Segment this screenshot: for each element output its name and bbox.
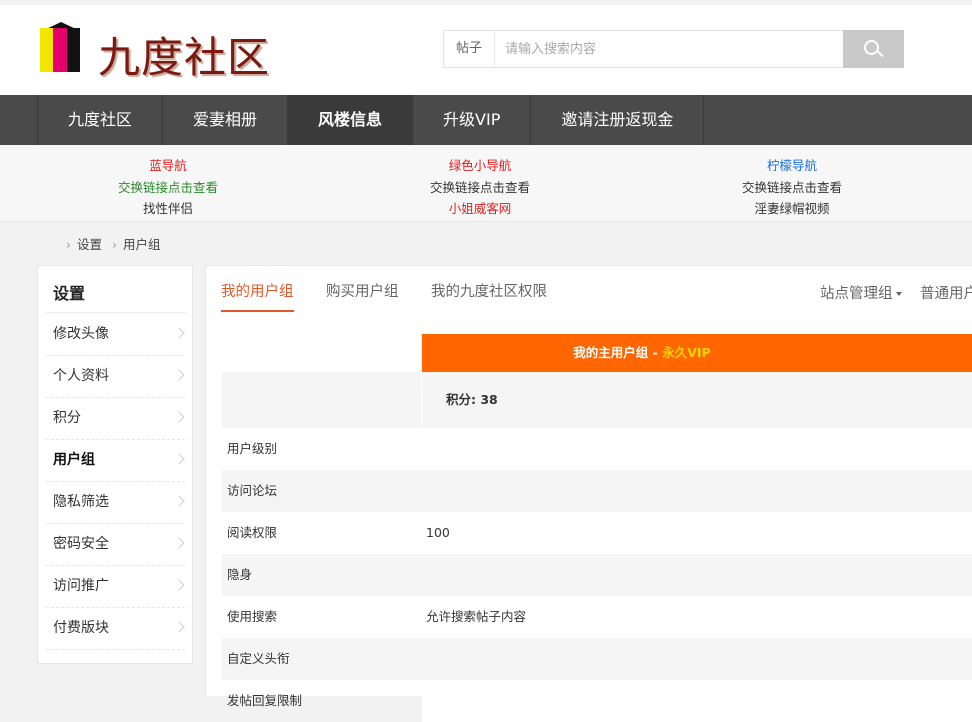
- chevron-right-icon: [173, 411, 185, 423]
- chevron-right-icon: [173, 579, 185, 591]
- partner-link[interactable]: 绿色小导航: [380, 155, 580, 177]
- table-row: 自定义头衔: [222, 638, 972, 680]
- search-input[interactable]: [495, 31, 865, 67]
- vip-label: 永久VIP: [662, 345, 711, 360]
- row-value: [422, 470, 972, 512]
- permissions-table: 积分: 38 用户级别 访问论坛 阅读权限 100 隐身 使用搜索 允许搜索帖子…: [222, 372, 972, 722]
- partner-link[interactable]: 交换链接点击查看: [380, 177, 580, 199]
- sidebar-item-paid-forum[interactable]: 付费版块: [46, 607, 185, 650]
- row-label: 发帖回复限制: [227, 693, 303, 708]
- tab-permissions[interactable]: 我的九度社区权限: [431, 266, 547, 312]
- logo-text: 九度社区: [98, 33, 271, 82]
- table-row: 用户级别: [222, 428, 972, 470]
- logo-icon: [40, 22, 82, 74]
- nav-item-info[interactable]: 风楼信息: [288, 95, 414, 145]
- sidebar-item-credits[interactable]: 积分: [46, 397, 185, 440]
- row-label: 访问论坛: [227, 483, 278, 498]
- link-column: 蓝导航 交换链接点击查看 找性伴侣: [68, 155, 268, 220]
- row-value: 允许搜索帖子内容: [422, 596, 972, 638]
- breadcrumb-item-usergroup: 用户组: [123, 237, 161, 252]
- row-label: 阅读权限: [227, 525, 278, 540]
- usergroup-header: 我的主用户组 - 永久VIP: [422, 334, 972, 372]
- row-label: 用户级别: [227, 441, 278, 456]
- chevron-right-icon: [173, 621, 185, 633]
- row-value: [422, 428, 972, 470]
- table-row: 阅读权限 100: [222, 512, 972, 554]
- row-label: 使用搜索: [227, 609, 278, 624]
- chevron-right-icon: [173, 369, 185, 381]
- partner-links: 蓝导航 交换链接点击查看 找性伴侣 绿色小导航 交换链接点击查看 小姐威客网 柠…: [0, 145, 972, 222]
- chevron-right-icon: [173, 327, 185, 339]
- search-button[interactable]: [843, 30, 904, 68]
- nav-item-vip[interactable]: 升级VIP: [413, 95, 532, 145]
- header: 九度社区 帖子: [0, 5, 972, 95]
- tab-bar: 我的用户组 购买用户组 我的九度社区权限 站点管理组 普通用户: [221, 266, 972, 312]
- link-column: 柠檬导航 交换链接点击查看 淫妻绿帽视频: [692, 155, 892, 220]
- row-value: [422, 554, 972, 596]
- sidebar-item-promotion[interactable]: 访问推广: [46, 565, 185, 608]
- usergroup-header-label: 我的主用户组 -: [573, 345, 663, 360]
- partner-link[interactable]: 蓝导航: [68, 155, 268, 177]
- breadcrumb-separator-icon: ›: [66, 237, 71, 252]
- breadcrumb-item-settings[interactable]: 设置: [77, 237, 102, 252]
- partner-link[interactable]: 交换链接点击查看: [68, 177, 268, 199]
- row-value: [422, 680, 972, 722]
- search-box: 帖子: [443, 30, 904, 68]
- sidebar-item-privacy[interactable]: 隐私筛选: [46, 481, 185, 524]
- tab-buy-usergroup[interactable]: 购买用户组: [326, 266, 399, 312]
- points-value: 积分: 38: [422, 372, 972, 428]
- settings-sidebar: 设置 修改头像 个人资料 积分 用户组 隐私筛选 密码安全 访问推广 付费版块: [37, 265, 193, 664]
- site-logo[interactable]: 九度社区: [40, 22, 270, 82]
- table-row: 访问论坛: [222, 470, 972, 512]
- row-value: [422, 638, 972, 680]
- site-admin-dropdown[interactable]: 站点管理组: [820, 266, 902, 312]
- partner-link[interactable]: 找性伴侣: [68, 198, 268, 220]
- caret-down-icon: [895, 292, 902, 296]
- chevron-right-icon: [173, 495, 185, 507]
- main-content: 我的用户组 购买用户组 我的九度社区权限 站点管理组 普通用户 我的主用户组 -…: [205, 265, 972, 722]
- row-label: 隐身: [227, 567, 253, 582]
- sidebar-item-password[interactable]: 密码安全: [46, 523, 185, 566]
- nav-item-album[interactable]: 爱妻相册: [163, 95, 289, 145]
- row-label: 自定义头衔: [227, 651, 290, 666]
- table-row: 隐身: [222, 554, 972, 596]
- partner-link[interactable]: 交换链接点击查看: [692, 177, 892, 199]
- nav-item-home[interactable]: 九度社区: [38, 95, 164, 145]
- partner-link[interactable]: 柠檬导航: [692, 155, 892, 177]
- search-type-select[interactable]: 帖子: [444, 31, 495, 67]
- sidebar-item-usergroup[interactable]: 用户组: [46, 439, 185, 482]
- chevron-right-icon: [173, 537, 185, 549]
- nav-item-invite[interactable]: 邀请注册返现金: [531, 95, 705, 145]
- normal-user-dropdown[interactable]: 普通用户: [920, 266, 972, 312]
- row-value: 100: [422, 512, 972, 554]
- main-nav: 九度社区 爱妻相册 风楼信息 升级VIP 邀请注册返现金: [0, 95, 972, 145]
- table-row: 使用搜索 允许搜索帖子内容: [222, 596, 972, 638]
- table-row: 发帖回复限制: [222, 680, 972, 722]
- breadcrumb-separator-icon: ›: [112, 237, 117, 252]
- breadcrumb: › 设置 › 用户组: [60, 234, 161, 253]
- chevron-right-icon: [173, 453, 185, 465]
- sidebar-title: 设置: [53, 284, 86, 303]
- link-column: 绿色小导航 交换链接点击查看 小姐威客网: [380, 155, 580, 220]
- partner-link[interactable]: 小姐威客网: [380, 198, 580, 220]
- tab-my-usergroup[interactable]: 我的用户组: [221, 266, 294, 312]
- partner-link[interactable]: 淫妻绿帽视频: [692, 198, 892, 220]
- sidebar-item-avatar[interactable]: 修改头像: [46, 313, 185, 356]
- table-row: 积分: 38: [222, 372, 972, 428]
- sidebar-item-profile[interactable]: 个人资料: [46, 355, 185, 398]
